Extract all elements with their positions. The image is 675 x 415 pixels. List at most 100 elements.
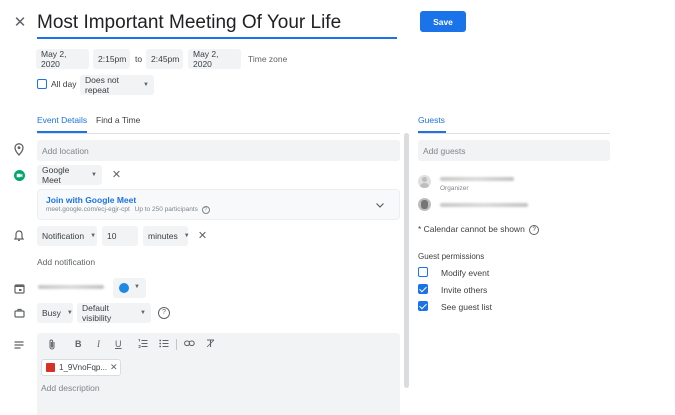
see-guest-list-checkbox[interactable] xyxy=(418,301,428,311)
tab-guests[interactable]: Guests xyxy=(418,115,446,133)
location-icon xyxy=(12,142,26,156)
calendar-warning-text: * Calendar cannot be shown xyxy=(418,224,525,234)
notification-type-text: Notification xyxy=(42,231,85,241)
permissions-title: Guest permissions xyxy=(418,252,485,261)
caret-down-icon: ▼ xyxy=(91,172,97,178)
person-body xyxy=(420,183,429,188)
avatar xyxy=(418,198,431,211)
visibility-text: Default visibility xyxy=(82,303,112,323)
notification-unit-text: minutes xyxy=(148,231,178,241)
attach-icon[interactable] xyxy=(48,339,56,352)
event-color-dot xyxy=(119,283,129,293)
caret-down-icon: ▼ xyxy=(90,233,97,239)
caret-down-icon: ▼ xyxy=(66,310,73,316)
calendar-warning: * Calendar cannot be shown ? xyxy=(418,224,540,235)
person-icon xyxy=(422,177,427,182)
participants-text: Up to 250 participants xyxy=(134,206,198,213)
to-label: to xyxy=(135,54,143,64)
caret-down-icon: ▼ xyxy=(134,284,140,290)
notification-value-input[interactable]: 10 xyxy=(102,226,138,246)
join-meet-link[interactable]: Join with Google Meet xyxy=(46,195,136,205)
organizer-name xyxy=(440,177,514,181)
end-time-text: 2:45pm xyxy=(151,54,180,64)
details-scrollbar[interactable] xyxy=(404,133,409,388)
end-date-chip[interactable]: May 2, 2020 xyxy=(188,49,241,69)
clear-format-icon[interactable] xyxy=(206,339,215,350)
tab-event-details-label: Event Details xyxy=(37,115,88,125)
save-button-label: Save xyxy=(433,16,453,27)
image-file-icon xyxy=(46,363,55,372)
italic-icon[interactable]: I xyxy=(97,339,100,349)
start-time-text: 2:15pm xyxy=(98,54,127,64)
busy-status-dropdown[interactable]: Busy ▼ xyxy=(37,303,73,323)
calendar-icon xyxy=(12,281,26,295)
remove-attachment-icon[interactable]: ✕ xyxy=(110,362,118,373)
numbered-list-icon[interactable] xyxy=(138,339,148,350)
invite-others-label: Invite others xyxy=(441,285,488,295)
calendar-owner-name[interactable] xyxy=(38,285,104,289)
event-color-picker[interactable]: ▼ xyxy=(113,278,146,298)
description-icon xyxy=(12,339,26,351)
busy-status-text: Busy xyxy=(42,308,61,318)
bold-icon[interactable]: B xyxy=(75,339,82,349)
caret-down-icon: ▼ xyxy=(183,233,190,239)
event-title-text: Most Important Meeting Of Your Life xyxy=(37,12,342,33)
see-guest-list-label: See guest list xyxy=(441,302,493,312)
toolbar-divider xyxy=(176,339,177,350)
all-day-label: All day xyxy=(51,79,77,89)
repeat-text: Does not repeat xyxy=(85,75,120,95)
timezone-link[interactable]: Time zone xyxy=(248,54,287,64)
notification-unit-dropdown[interactable]: minutes ▼ xyxy=(143,226,190,246)
modify-event-label: Modify event xyxy=(441,268,490,278)
notification-type-dropdown[interactable]: Notification ▼ xyxy=(37,226,97,246)
save-button[interactable]: Save xyxy=(420,11,466,32)
description-placeholder: Add description xyxy=(41,383,100,393)
location-input[interactable]: Add location xyxy=(37,140,400,161)
add-guests-input[interactable]: Add guests xyxy=(418,140,610,161)
end-date-text: May 2, 2020 xyxy=(193,49,219,69)
attachment-name: 1_9VnoFqp... xyxy=(59,363,108,372)
close-icon[interactable]: ✕ xyxy=(12,14,28,31)
event-title-input[interactable]: Most Important Meeting Of Your Life xyxy=(37,10,397,39)
notification-value-text: 10 xyxy=(107,231,117,241)
avatar-silhouette xyxy=(421,200,428,209)
guest-email xyxy=(440,203,528,207)
tab-event-details[interactable]: Event Details xyxy=(37,115,88,133)
chevron-down-icon[interactable] xyxy=(374,199,386,211)
end-time-chip[interactable]: 2:45pm xyxy=(146,49,183,69)
add-guests-placeholder: Add guests xyxy=(423,145,466,156)
tab-guests-label: Guests xyxy=(418,115,445,125)
modify-event-checkbox[interactable] xyxy=(418,267,428,277)
start-date-chip[interactable]: May 2, 2020 xyxy=(36,49,89,69)
avatar xyxy=(418,175,431,188)
visibility-dropdown[interactable]: Default visibility ▼ xyxy=(77,303,151,323)
tab-find-time[interactable]: Find a Time xyxy=(96,115,140,125)
meet-link-text: meet.google.com/ecj-egjr-cpt xyxy=(46,206,130,213)
organizer-label: Organizer xyxy=(440,185,469,192)
repeat-dropdown[interactable]: Does not repeat ▼ xyxy=(80,75,154,95)
attachment-chip[interactable]: 1_9VnoFqp... ✕ xyxy=(41,359,121,376)
bell-icon xyxy=(12,229,26,243)
tabs-divider xyxy=(37,133,400,134)
meet-info-line: meet.google.com/ecj-egjr-cpt Up to 250 p… xyxy=(46,206,210,214)
visibility-help-icon[interactable]: ? xyxy=(158,307,170,319)
start-time-chip[interactable]: 2:15pm xyxy=(93,49,130,69)
caret-down-icon: ▼ xyxy=(140,310,146,316)
conference-text: Google Meet xyxy=(42,165,70,185)
bulleted-list-icon[interactable] xyxy=(159,339,169,350)
meet-icon xyxy=(12,168,26,182)
guests-tabs-divider xyxy=(418,133,610,134)
help-icon[interactable]: ? xyxy=(529,224,540,235)
invite-others-checkbox[interactable] xyxy=(418,284,428,294)
help-icon[interactable]: ? xyxy=(201,206,210,214)
all-day-checkbox[interactable] xyxy=(37,79,47,89)
link-icon[interactable] xyxy=(184,339,195,349)
briefcase-icon xyxy=(12,306,26,320)
underline-icon[interactable]: U xyxy=(115,339,122,349)
conference-dropdown[interactable]: Google Meet ▼ xyxy=(37,165,102,185)
caret-down-icon: ▼ xyxy=(143,82,149,88)
add-notification-link[interactable]: Add notification xyxy=(37,257,95,267)
remove-notification-icon[interactable]: ✕ xyxy=(196,229,209,242)
remove-conference-icon[interactable]: ✕ xyxy=(110,168,123,181)
location-placeholder: Add location xyxy=(42,145,89,156)
